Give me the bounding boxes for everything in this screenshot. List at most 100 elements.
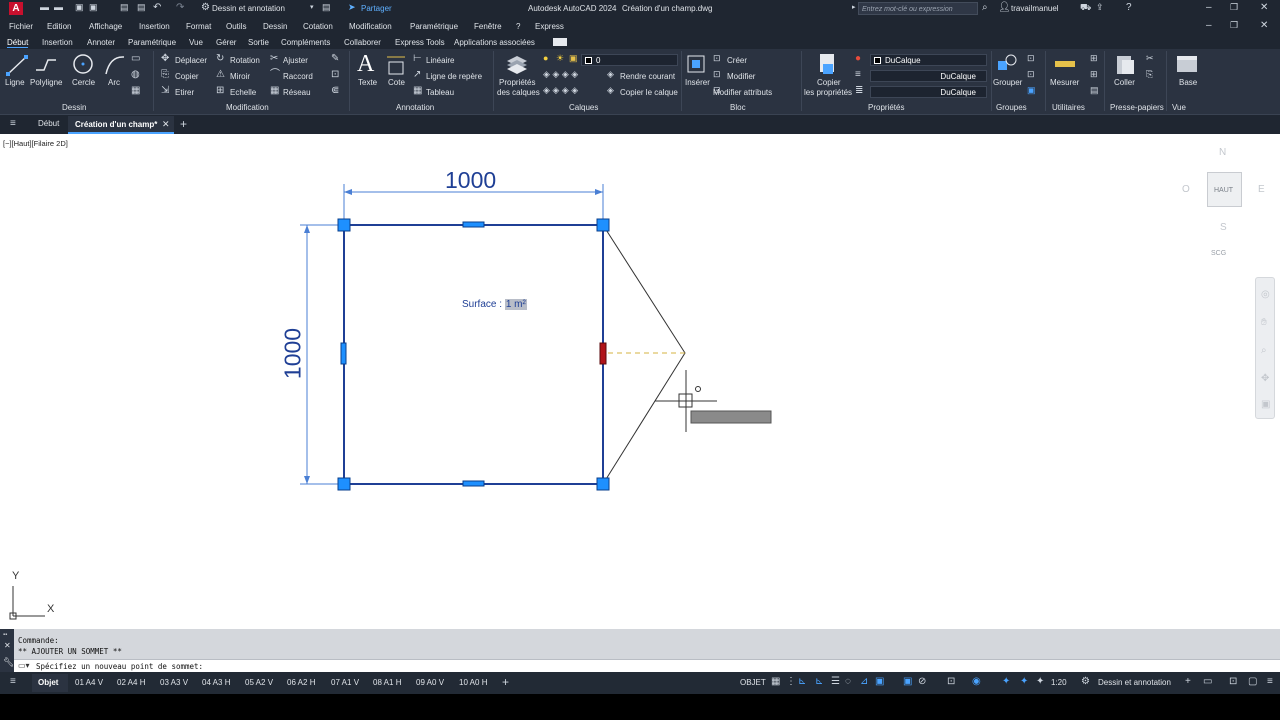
command-close-icon[interactable]: ✕	[4, 642, 11, 650]
layout-menu-icon[interactable]: ≡	[10, 677, 16, 687]
tab-vue[interactable]: Vue	[189, 38, 203, 47]
tab-parametrique[interactable]: Paramétrique	[128, 38, 176, 47]
menu-dessin[interactable]: Dessin	[263, 22, 287, 31]
group-tool-icon[interactable]: ⊡	[1027, 54, 1035, 63]
workspace-switch-icon[interactable]: ⚙	[1081, 677, 1090, 687]
miroir-button[interactable]: Miroir	[230, 72, 250, 81]
calculator-icon[interactable]: ⊞	[1090, 70, 1098, 79]
tab-gerer[interactable]: Gérer	[216, 38, 236, 47]
ellipse-tool-icon[interactable]: ▦	[131, 86, 140, 96]
grip-midpoint-hot[interactable]	[599, 342, 607, 365]
steeringwheel-icon[interactable]: ◎	[1261, 290, 1270, 300]
workspace-gear-icon[interactable]: ⚙	[201, 3, 210, 13]
menu-insertion[interactable]: Insertion	[139, 22, 170, 31]
ajuster-button[interactable]: Ajuster	[283, 56, 308, 65]
viewcube-south[interactable]: S	[1220, 223, 1227, 233]
undo-icon[interactable]: ↶	[153, 3, 161, 13]
surface-field-text[interactable]: Surface : 1 m²	[462, 299, 527, 310]
group-proprietes-title[interactable]: Propriétés	[868, 103, 904, 112]
group-icon[interactable]	[996, 53, 1018, 75]
copy-icon[interactable]: ⎘	[161, 70, 169, 80]
viewcube-east[interactable]: E	[1258, 185, 1265, 195]
new-tab-icon[interactable]: +	[180, 118, 187, 130]
help-icon[interactable]: ?	[1126, 3, 1132, 13]
pan-icon[interactable]: ✋︎	[1261, 318, 1267, 328]
grip-midpoint[interactable]	[462, 221, 485, 228]
new-file-icon[interactable]: ▬	[40, 3, 49, 12]
transparency-icon[interactable]: ▣	[903, 677, 912, 687]
annotation-scale-value[interactable]: 1:20	[1051, 679, 1067, 687]
restore-icon[interactable]: ❐	[1230, 3, 1238, 12]
layer-doc-icon[interactable]: ▤	[322, 3, 331, 12]
rotation-button[interactable]: Rotation	[230, 56, 260, 65]
scale-icon[interactable]: ⊞	[216, 86, 224, 96]
layout-tab-09[interactable]: 09 A0 V	[416, 678, 444, 687]
snap-icon[interactable]: ⋮	[786, 677, 796, 687]
list-icon[interactable]: ▤	[1090, 86, 1099, 95]
ligne-button[interactable]: Ligne	[5, 78, 25, 87]
deplacer-button[interactable]: Déplacer	[175, 56, 207, 65]
arc-button[interactable]: Arc	[108, 78, 120, 87]
drawing-viewport[interactable]: [−][Haut][Filaire 2D] 1000 1000 Surface …	[0, 134, 1280, 629]
tab-complements[interactable]: Compléments	[281, 38, 330, 47]
open-file-icon[interactable]: ▬	[54, 3, 63, 12]
color-wheel-icon[interactable]: ●	[855, 54, 861, 64]
edit-block-icon[interactable]: ⊡	[713, 70, 721, 79]
close-doc-icon[interactable]: ✕	[1260, 21, 1268, 31]
trim-icon[interactable]: ✂	[270, 54, 278, 64]
layout-tab-07[interactable]: 07 A1 V	[331, 678, 359, 687]
layer-properties-icon[interactable]	[505, 53, 529, 75]
square-polyline[interactable]	[343, 224, 604, 485]
viewcube[interactable]: N O E S HAUT SCG	[1175, 144, 1270, 259]
creer-button[interactable]: Créer	[727, 56, 747, 65]
layout-tab-06[interactable]: 06 A2 H	[287, 678, 315, 687]
viewcube-north[interactable]: N	[1219, 148, 1226, 158]
ligne-repere-button[interactable]: Ligne de repère	[426, 72, 482, 81]
command-prompt[interactable]: Spécifiez un nouveau point de sommet:	[36, 663, 203, 671]
surface-field-value[interactable]: 1 m²	[504, 299, 527, 310]
copier-proprietes-line2[interactable]: les propriétés	[804, 88, 852, 97]
inserer-button[interactable]: Insérer	[685, 78, 710, 87]
ortho-icon[interactable]: ⊾	[798, 677, 806, 687]
insert-block-icon[interactable]	[685, 53, 707, 75]
grip-corner[interactable]	[337, 218, 351, 232]
command-grip[interactable]: ▪▪ ✕ 🔧︎	[0, 629, 14, 672]
text-tool-icon[interactable]: A	[357, 51, 374, 78]
layout-tab-03[interactable]: 03 A3 V	[160, 678, 188, 687]
polyline-tool-icon[interactable]	[34, 54, 58, 76]
raccord-button[interactable]: Raccord	[283, 72, 313, 81]
menu-icon[interactable]: ≡	[10, 119, 16, 129]
dim-text-vertical[interactable]: 1000	[280, 324, 306, 384]
base-button[interactable]: Base	[1179, 78, 1197, 87]
tab-debut-document[interactable]: Début	[38, 119, 59, 128]
minimize-doc-icon[interactable]: –	[1206, 21, 1212, 31]
dimension-tool-icon[interactable]	[385, 54, 407, 76]
layer-dropdown[interactable]: 0	[581, 54, 678, 66]
mesurer-button[interactable]: Mesurer	[1050, 78, 1079, 87]
lock-icon[interactable]: ▣	[569, 54, 578, 63]
stretch-icon[interactable]: ⇲	[161, 86, 169, 96]
reseau-button[interactable]: Réseau	[283, 88, 311, 97]
lineweight-dropdown[interactable]: DuCalque	[870, 86, 987, 98]
command-prompt-icon[interactable]: ▭▾	[18, 662, 30, 670]
menu-outils[interactable]: Outils	[226, 22, 246, 31]
rendre-courant-button[interactable]: Rendre courant	[620, 72, 675, 81]
grip-midpoint[interactable]	[340, 342, 347, 365]
group-utilitaires-title[interactable]: Utilitaires	[1052, 103, 1085, 112]
plot-icon[interactable]: ▤	[120, 3, 129, 12]
close-icon[interactable]: ✕	[1260, 3, 1268, 13]
group-groupes-title[interactable]: Groupes	[996, 103, 1027, 112]
fillet-icon[interactable]: ⌒	[270, 70, 280, 80]
menu-parametrique[interactable]: Paramétrique	[410, 22, 458, 31]
isodraft-icon[interactable]: ☰	[831, 677, 840, 687]
lineweight-icon[interactable]: ≣	[855, 86, 863, 96]
menu-cotation[interactable]: Cotation	[303, 22, 333, 31]
linetype-dropdown[interactable]: DuCalque	[870, 70, 987, 82]
print-icon[interactable]: ▤	[137, 3, 146, 12]
measure-icon[interactable]	[1054, 55, 1076, 73]
grid-icon[interactable]: ▦	[771, 677, 780, 687]
dynamic-input-box[interactable]	[690, 410, 772, 424]
restore-doc-icon[interactable]: ❐	[1230, 21, 1238, 30]
annotation-visibility-icon[interactable]: ◉	[972, 677, 981, 687]
layout-tab-01[interactable]: 01 A4 V	[75, 678, 103, 687]
